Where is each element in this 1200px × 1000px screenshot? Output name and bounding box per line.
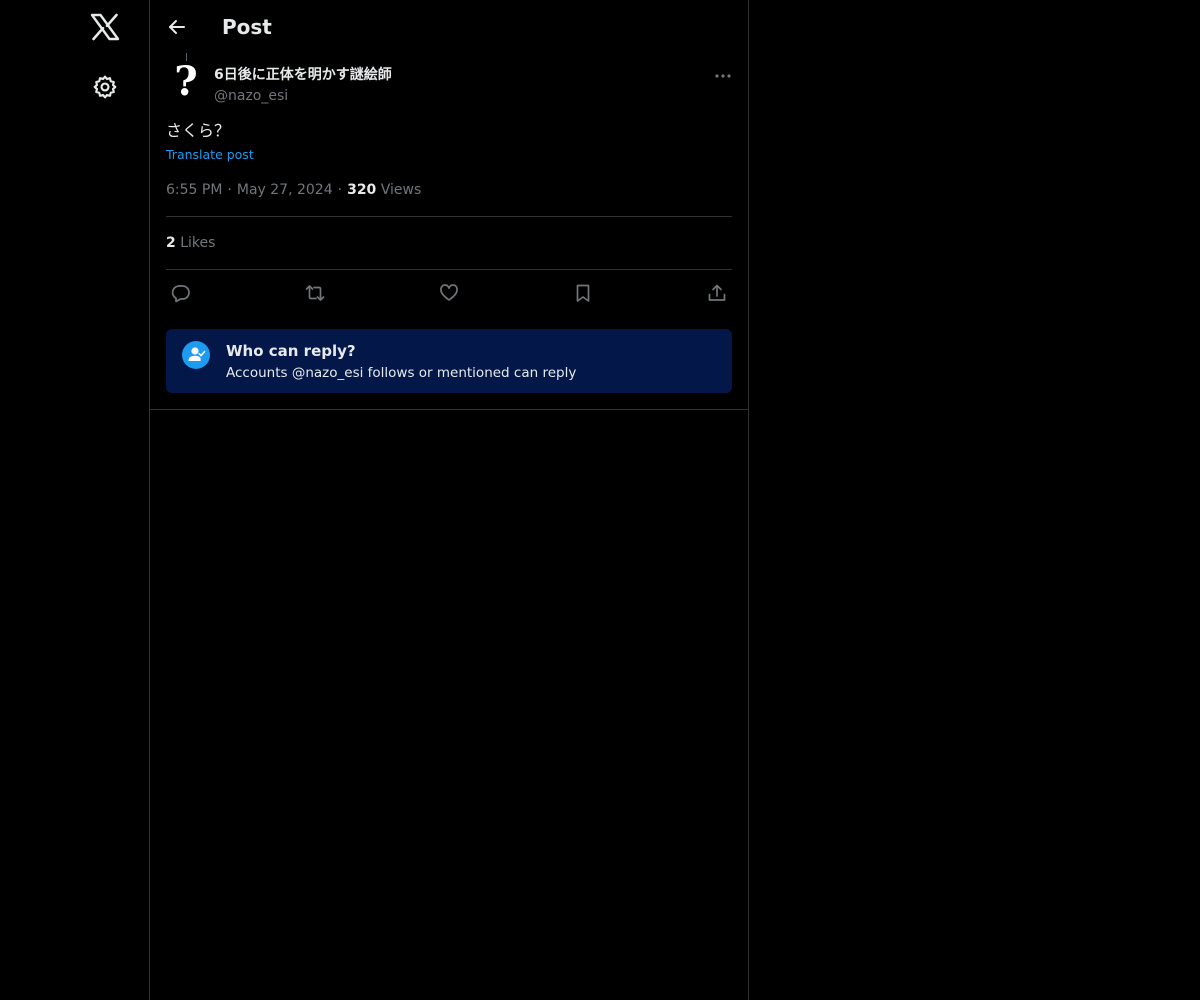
- post-date[interactable]: May 27, 2024: [237, 182, 333, 198]
- translate-post-link[interactable]: Translate post: [166, 146, 254, 164]
- app: Post ? 6日後に正体を明かす謎絵師 @nazo_esi さくら？ Tran…: [0, 0, 1200, 1000]
- likes-label: Likes: [180, 235, 216, 251]
- who-can-reply-title: Who can reply?: [226, 342, 356, 360]
- page-header: Post: [150, 0, 748, 53]
- more-dots-icon[interactable]: [714, 67, 732, 85]
- divider: [150, 409, 748, 410]
- main-column: Post ? 6日後に正体を明かす謎絵師 @nazo_esi さくら？ Tran…: [149, 0, 749, 1000]
- post-meta: 6:55 PM · May 27, 2024 · 320 Views: [166, 180, 421, 200]
- meta-separator: ·: [337, 182, 343, 198]
- reply-bubble-icon[interactable]: [171, 283, 191, 303]
- views-label: Views: [380, 182, 422, 198]
- gear-icon[interactable]: [92, 74, 118, 100]
- heart-icon[interactable]: [439, 283, 459, 303]
- post-time[interactable]: 6:55 PM: [166, 182, 222, 198]
- avatar[interactable]: ?: [166, 62, 206, 102]
- share-icon[interactable]: [707, 283, 727, 303]
- post-text: さくら？: [166, 121, 231, 140]
- page-title: Post: [222, 15, 272, 39]
- x-logo-icon[interactable]: [90, 13, 120, 41]
- author-name[interactable]: 6日後に正体を明かす謎絵師: [214, 65, 392, 85]
- who-can-reply-subtitle: Accounts @nazo_esi follows or mentioned …: [226, 365, 577, 381]
- left-navigation: [0, 0, 150, 1000]
- likes-count: 2: [166, 235, 176, 251]
- views-count: 320: [347, 182, 377, 198]
- who-can-reply-card: Who can reply? Accounts @nazo_esi follow…: [166, 329, 732, 393]
- divider: [166, 269, 732, 270]
- author-handle[interactable]: @nazo_esi: [214, 86, 288, 106]
- bookmark-icon[interactable]: [573, 283, 593, 303]
- meta-separator: ·: [227, 182, 232, 198]
- repost-icon[interactable]: [305, 283, 325, 303]
- arrow-left-icon[interactable]: [167, 17, 187, 37]
- user-check-icon: [182, 341, 210, 369]
- divider: [166, 216, 732, 217]
- likes-link[interactable]: 2 Likes: [166, 233, 215, 253]
